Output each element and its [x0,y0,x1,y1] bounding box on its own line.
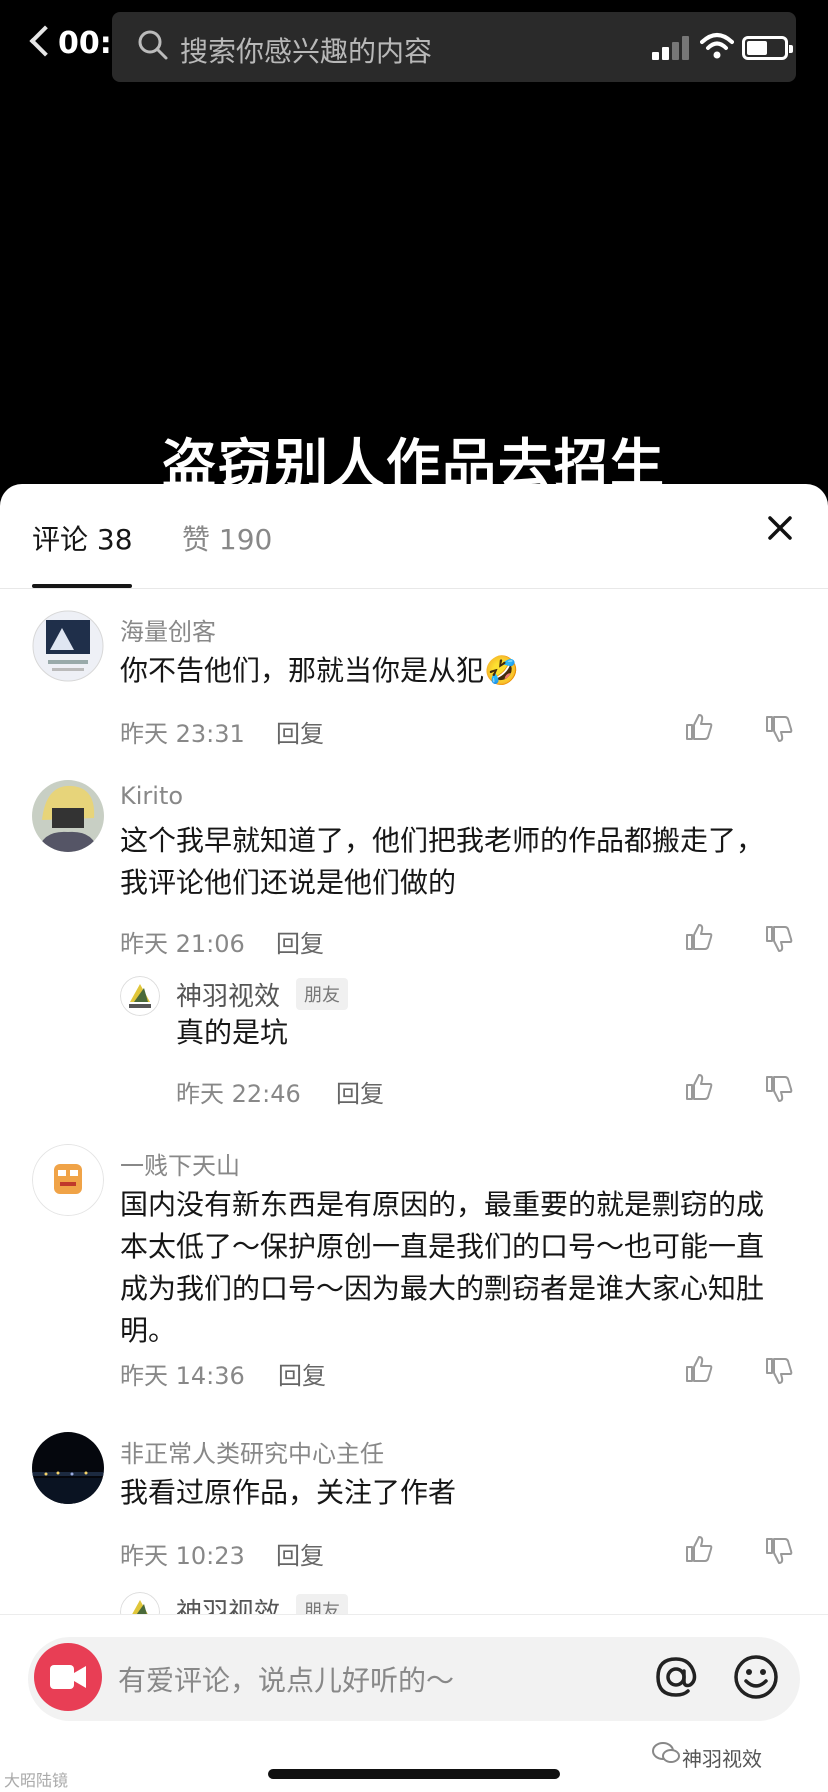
dislike-icon[interactable] [764,924,794,954]
like-icon[interactable] [684,712,714,742]
comment-time: 昨天 14:36 [120,1362,245,1390]
watermark-left: 大昭陆镜 [4,1771,69,1790]
comment-time: 昨天 23:31 [120,720,245,748]
comment-username[interactable]: 海量创客 [120,612,216,647]
friend-badge: 朋友 [296,978,348,1010]
comment-input-placeholder[interactable]: 有爱评论，说点儿好听的～ [118,1659,454,1699]
wifi-icon [700,33,734,59]
close-icon[interactable] [760,508,800,548]
comment-text: 国内没有新东西是有原因的，最重要的就是剽窃的成本太低了～保护原创一直是我们的口号… [120,1188,765,1347]
camera-button[interactable] [34,1643,102,1711]
reply-button[interactable]: 回复 [276,1536,324,1571]
tab-likes[interactable]: 赞 190 [182,518,272,558]
dislike-icon[interactable] [764,1074,794,1104]
dislike-icon[interactable] [764,714,794,744]
comment-item: Kirito 这个我早就知道了，他们把我老师的作品都搬走了，我评论他们还说是他们… [0,780,828,1108]
divider [0,588,828,589]
comment-text: 你不告他们，那就当你是从犯🤣 [120,654,519,687]
comment-username[interactable]: 非正常人类研究中心主任 [120,1434,384,1469]
comment-item: 一贱下天山 国内没有新东西是有原因的，最重要的就是剽窃的成本太低了～保护原创一直… [0,1144,828,1404]
like-icon[interactable] [684,1072,714,1102]
dislike-icon[interactable] [764,1536,794,1566]
like-icon[interactable] [684,1354,714,1384]
avatar[interactable] [32,780,104,852]
wechat-icon [652,1742,680,1763]
search-input[interactable]: 搜索你感兴趣的内容 [180,30,432,70]
avatar[interactable] [32,1144,104,1216]
comment-username[interactable]: 一贱下天山 [120,1146,240,1181]
comment-time: 昨天 21:06 [120,930,245,958]
reply-time: 昨天 22:46 [176,1080,301,1108]
comment-item: 海量创客 你不告他们，那就当你是从犯🤣 昨天 23:31 回复 [0,610,828,760]
avatar[interactable] [32,1432,104,1504]
comment-input-bar: 有爱评论，说点儿好听的～ 大昭陆镜 神羽视效 [0,1614,828,1792]
reply-button[interactable]: 回复 [276,714,324,749]
dislike-icon[interactable] [764,1356,794,1386]
like-icon[interactable] [684,1534,714,1564]
comment-text: 我看过原作品，关注了作者 [120,1476,457,1509]
reply-button[interactable]: 回复 [276,924,324,959]
emoji-icon[interactable] [732,1653,780,1701]
camera-icon [50,1665,86,1689]
avatar[interactable] [120,976,160,1016]
comment-item: 非正常人类研究中心主任 我看过原作品，关注了作者 昨天 10:23 回复 神羽视… [0,1432,828,1632]
video-area[interactable]: 00:49 搜索你感兴趣的内容 盗窃别人作品去招生 [0,0,828,496]
reply-text: 真的是坑 [176,1016,289,1049]
comment-time: 昨天 10:23 [120,1542,245,1570]
reply-button[interactable]: 回复 [278,1356,326,1391]
tab-comments[interactable]: 评论 38 [32,518,133,558]
signal-icon [652,34,692,60]
reply-button[interactable]: 回复 [336,1074,384,1109]
like-icon[interactable] [684,922,714,952]
search-icon [138,30,168,60]
comment-sheet: 评论 38 赞 190 海量创客 你不告他们，那就当你是从犯🤣 昨天 23:31… [0,484,828,1792]
avatar[interactable] [32,610,104,682]
at-mention-icon[interactable] [652,1653,700,1701]
battery-icon [742,36,793,60]
comment-username[interactable]: Kirito [120,782,183,810]
comment-text: 这个我早就知道了，他们把我老师的作品都搬走了，我评论他们还说是他们做的 [120,824,765,899]
watermark-right: 神羽视效 [682,1747,762,1771]
home-indicator [268,1769,560,1779]
reply-username[interactable]: 神羽视效 [176,976,280,1013]
back-icon[interactable] [29,25,61,57]
